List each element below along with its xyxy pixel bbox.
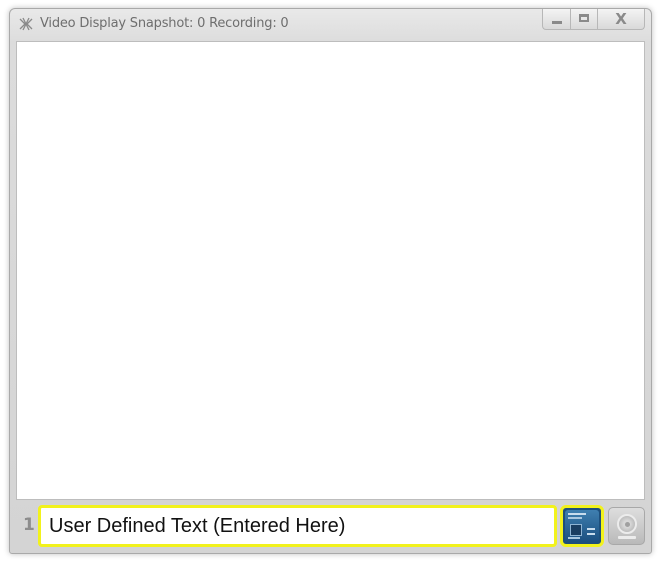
bottom-bar: 1 <box>16 505 647 549</box>
tile-icon <box>565 510 599 542</box>
webcam-icon <box>617 514 637 534</box>
highlighted-tile-button[interactable] <box>560 505 604 547</box>
minimize-icon <box>552 21 562 24</box>
window-title: Video Display Snapshot: 0 Recording: 0 <box>40 16 289 31</box>
close-button[interactable]: X <box>597 9 645 30</box>
maximize-button[interactable] <box>570 9 597 30</box>
minimize-button[interactable] <box>542 9 570 30</box>
webcam-button[interactable] <box>608 507 645 545</box>
app-icon <box>19 17 33 31</box>
user-text-input[interactable] <box>38 505 557 547</box>
row-number: 1 <box>23 515 35 535</box>
close-icon: X <box>615 10 627 28</box>
webcam-stand <box>618 536 636 539</box>
caption-buttons: X <box>542 9 645 30</box>
maximize-icon <box>579 14 589 22</box>
video-display-area[interactable] <box>16 41 645 500</box>
video-display-window: Video Display Snapshot: 0 Recording: 0 X… <box>9 8 652 554</box>
title-bar[interactable]: Video Display Snapshot: 0 Recording: 0 X <box>10 9 651 41</box>
